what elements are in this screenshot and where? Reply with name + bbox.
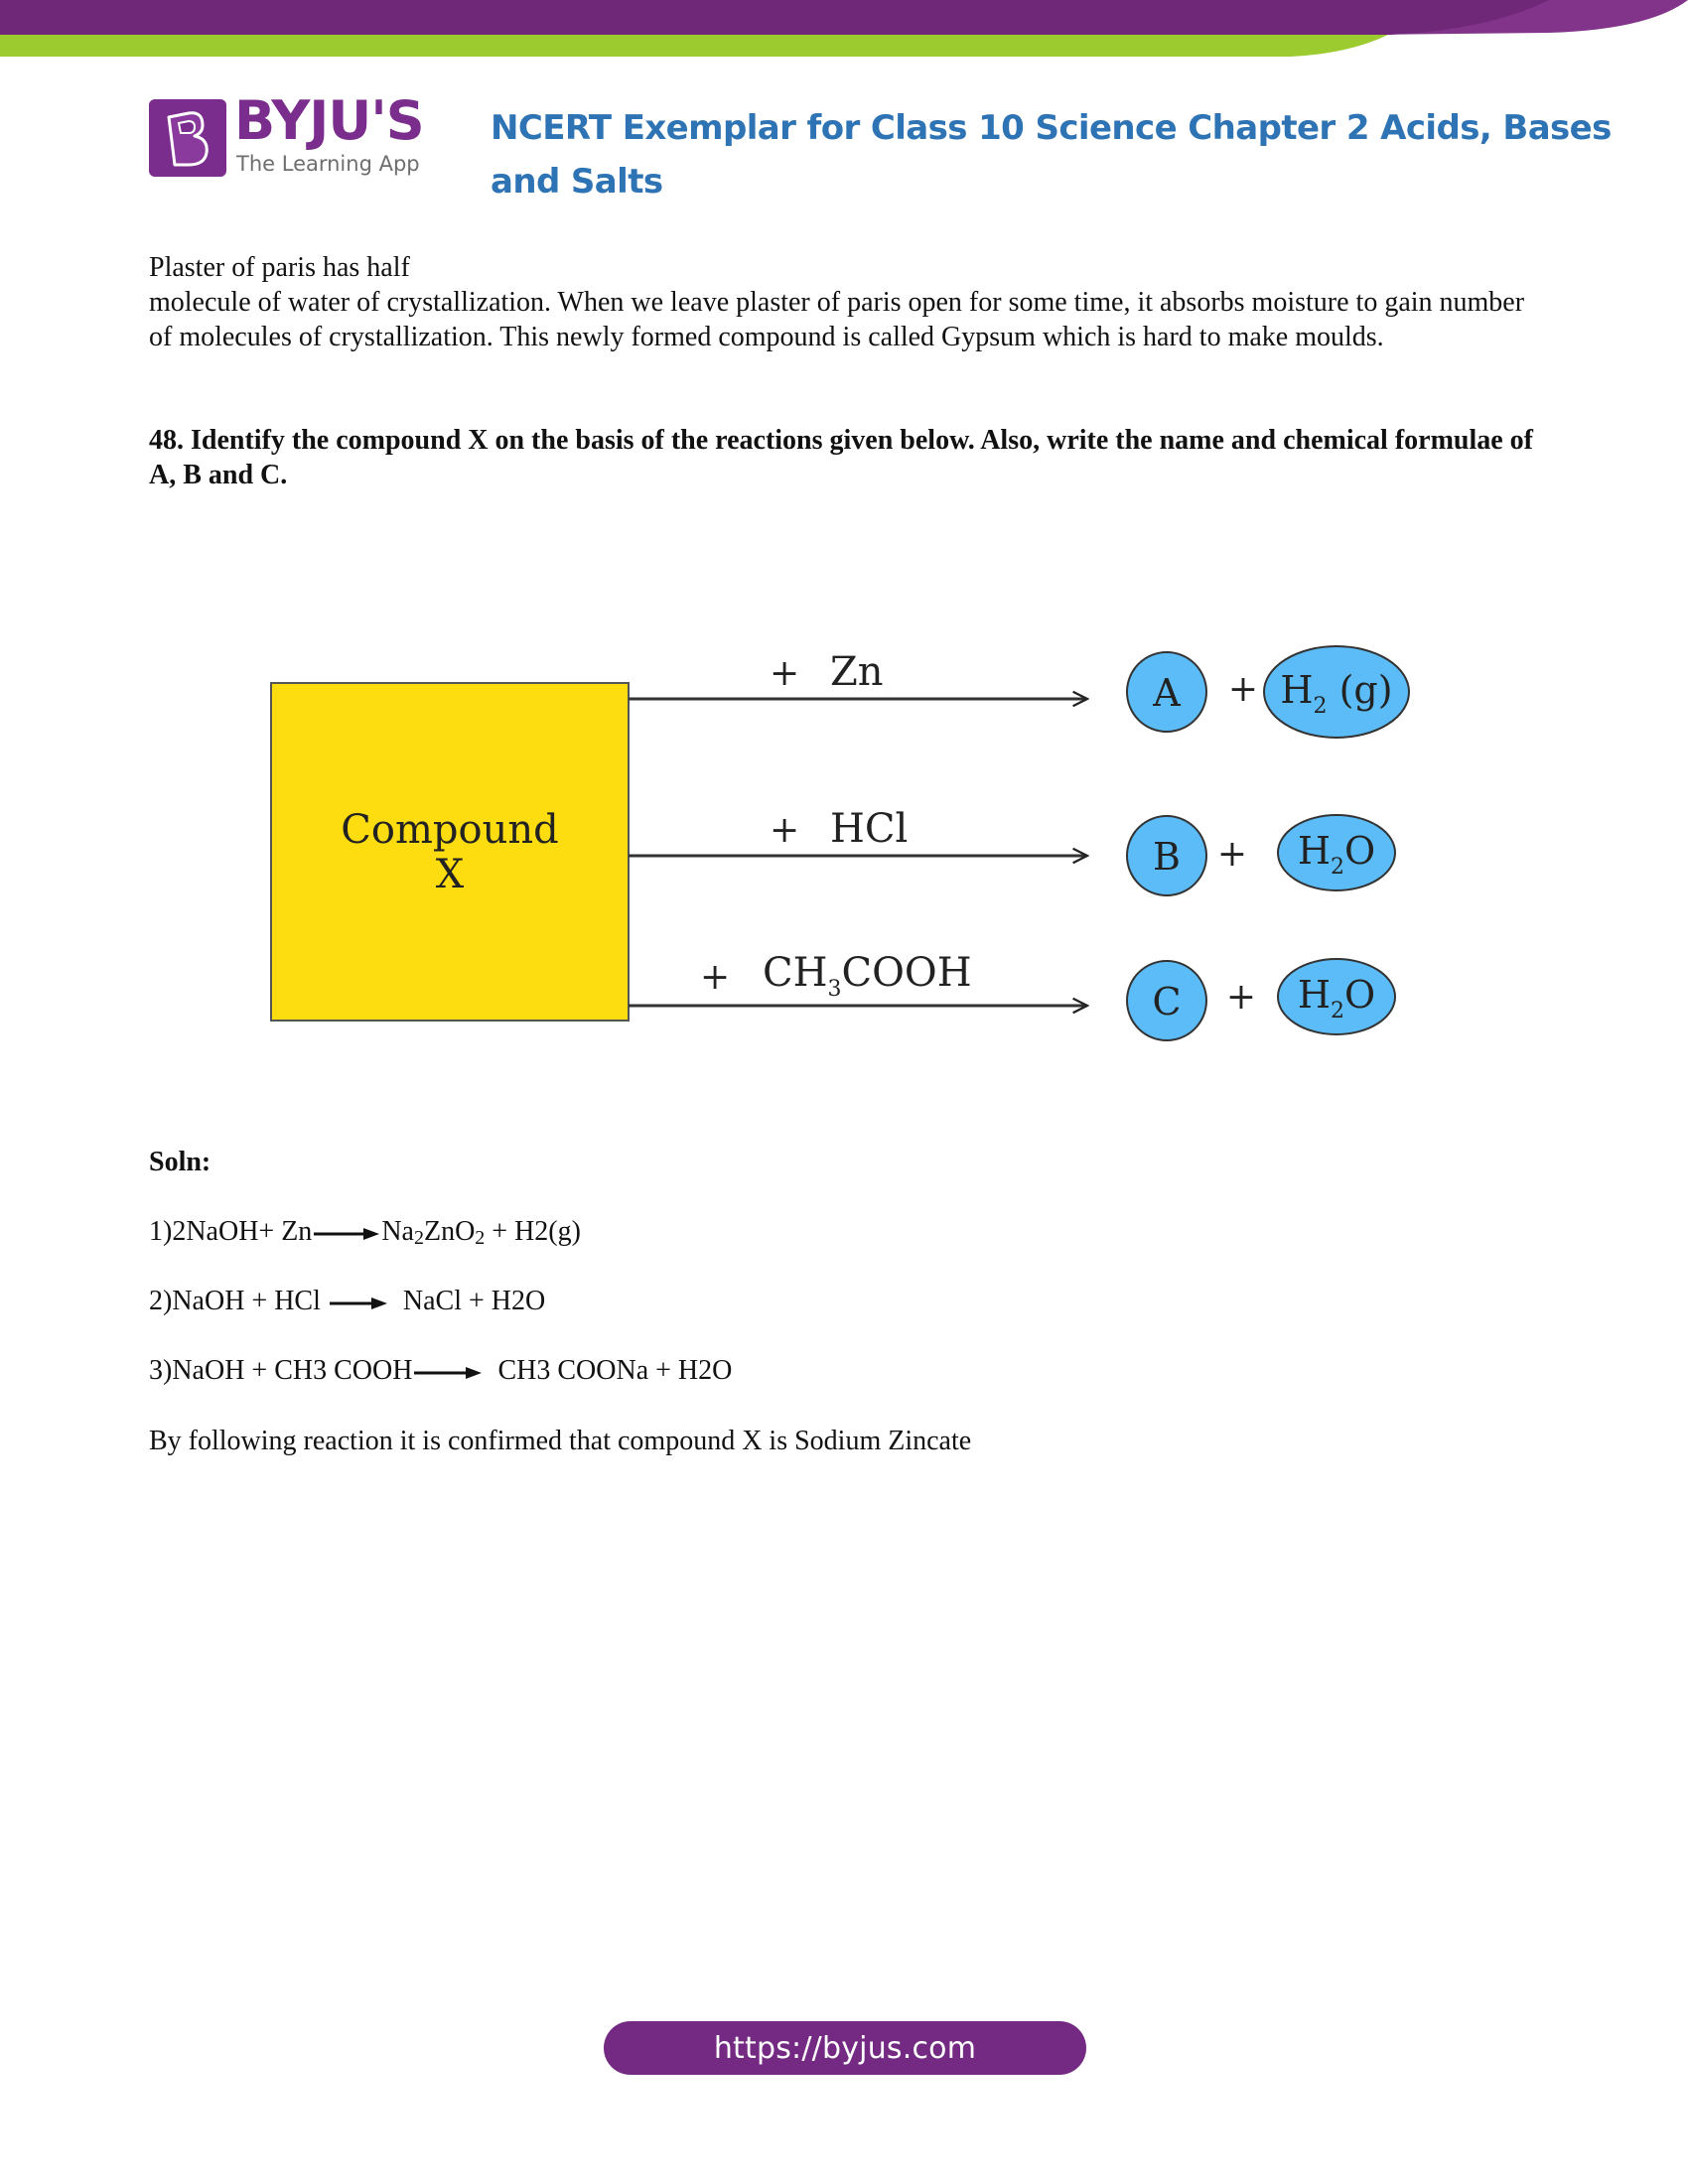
banner-purple-stripe: [0, 0, 1549, 35]
compound-label: Compound: [341, 807, 558, 853]
product-b-label: B: [1153, 835, 1181, 879]
h2-gas-label: H2 (g): [1280, 668, 1392, 719]
brand-name: BYJU'S: [234, 89, 425, 152]
byjus-logo: BYJU'S The Learning App: [149, 91, 437, 179]
website-url: https://byjus.com: [713, 2030, 977, 2066]
byjus-website-link[interactable]: https://byjus.com: [604, 2021, 1086, 2075]
plus-sign: +: [1217, 834, 1247, 875]
reaction-hcl: + HCl B + H2O: [629, 806, 1396, 896]
equation-lhs: 2)NaOH + HCl: [149, 1286, 321, 1316]
compound-x-label: X: [436, 852, 465, 897]
question-48: 48. Identify the compound X on the basis…: [149, 425, 1533, 490]
paragraph-line-1: Plaster of paris has half: [149, 252, 410, 283]
equation-rhs: Na2ZnO2 + H2(g): [381, 1216, 581, 1249]
reaction-zn: + Zn A + H2 (g): [629, 645, 1410, 739]
reaction-acetic-acid: + CH3COOH C + H2O: [629, 950, 1396, 1041]
reaction-arrow-icon: [314, 1227, 380, 1240]
conclusion-text: By following reaction it is confirmed th…: [149, 1426, 972, 1456]
reaction-diagram: Compound X + Zn A + H2 (g) + HCl B + H2O…: [270, 645, 1410, 1041]
answer-paragraph: Plaster of paris has half molecule of wa…: [149, 250, 1539, 354]
plus-sign: +: [1228, 669, 1258, 710]
reaction-arrow-icon: [329, 1297, 387, 1309]
product-a-label: A: [1152, 671, 1181, 715]
plus-sign: +: [770, 653, 799, 694]
equation-lhs: 3)NaOH + CH3 COOH: [149, 1355, 413, 1386]
equation-1: 1)2NaOH+ Zn Na2ZnO2 + H2(g): [149, 1215, 581, 1255]
logo-b-icon: [149, 99, 226, 177]
plus-sign: +: [770, 810, 799, 851]
equation-lhs: 1)2NaOH+ Zn: [149, 1216, 313, 1247]
top-banner: [0, 0, 1688, 57]
reagent-label: HCl: [830, 806, 908, 852]
reaction-arrow-icon: [414, 1366, 483, 1379]
brand-tagline: The Learning App: [236, 152, 420, 176]
paragraph-body: molecule of water of crystallization. Wh…: [149, 287, 1525, 352]
document-title: NCERT Exemplar for Class 10 Science Chap…: [491, 108, 1612, 202]
equation-rhs: NaCl + H2O: [402, 1286, 546, 1316]
equation-3: 3)NaOH + CH3 COOH CH3 COONa + H2O: [149, 1354, 732, 1388]
reagent-label: CH3COOH: [763, 950, 972, 1002]
reagent-label: Zn: [830, 649, 884, 695]
equation-rhs: CH3 COONa + H2O: [497, 1355, 733, 1386]
product-c-label: C: [1152, 980, 1181, 1024]
plus-sign: +: [700, 957, 730, 998]
equation-2: 2)NaOH + HCl NaCl + H2O: [149, 1285, 545, 1318]
banner-green-stripe: [0, 34, 1390, 57]
solution-heading: Soln:: [149, 1147, 211, 1177]
plus-sign: +: [1226, 977, 1256, 1018]
